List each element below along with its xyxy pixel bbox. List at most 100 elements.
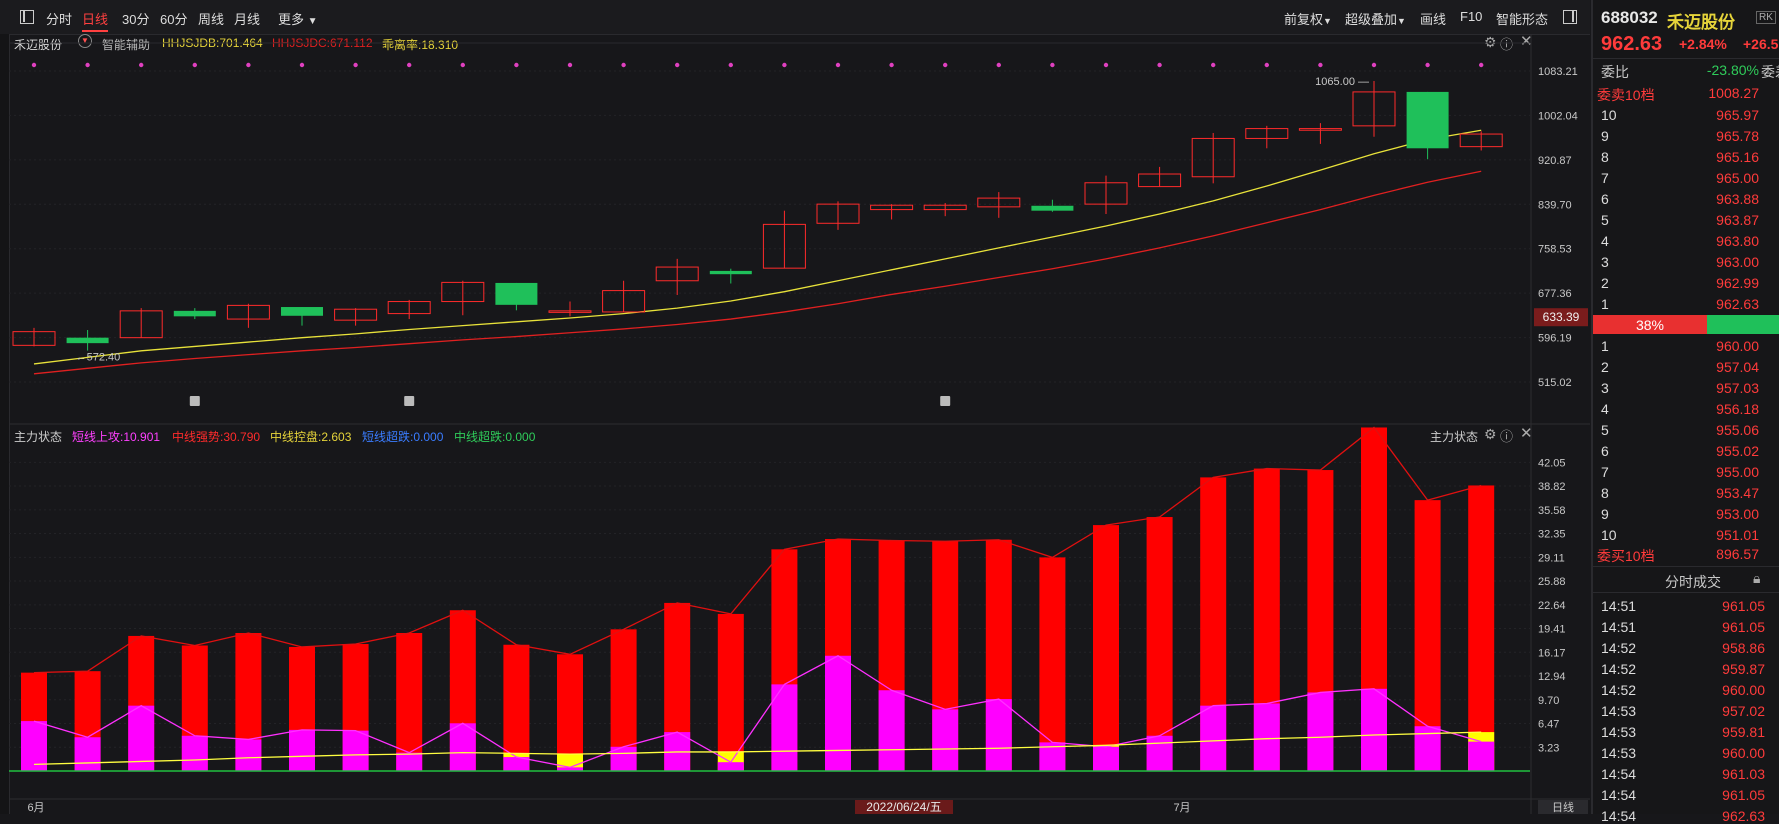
signal-marker bbox=[1211, 62, 1216, 68]
sell-order-price[interactable]: 963.87 bbox=[1679, 212, 1759, 228]
tick-price: 959.81 bbox=[1722, 724, 1765, 740]
signal-marker bbox=[943, 62, 948, 68]
buy-order-level: 10 bbox=[1601, 527, 1617, 543]
sell-order-price[interactable]: 965.00 bbox=[1679, 170, 1759, 186]
tab-monthly[interactable]: 月线 bbox=[234, 9, 260, 28]
sell-order-level: 3 bbox=[1601, 254, 1609, 270]
wei-bi-value: -23.80% bbox=[1706, 62, 1759, 78]
sub-bar-magenta bbox=[878, 690, 905, 771]
signal-marker bbox=[1103, 62, 1109, 68]
tab-intraday[interactable]: 分时 bbox=[46, 9, 72, 28]
adjust-menu-label: 前复权 bbox=[1284, 12, 1324, 27]
buy-order-price[interactable]: 953.47 bbox=[1679, 485, 1759, 501]
sub-y-tick-label: 29.11 bbox=[1538, 552, 1565, 564]
buy-order-price[interactable]: 955.06 bbox=[1679, 422, 1759, 438]
signal-marker bbox=[782, 62, 787, 68]
signal-marker bbox=[728, 62, 733, 68]
tick-time: 14:51 bbox=[1601, 619, 1637, 635]
kline-chart[interactable]: 1083.21 1002.04 920.87 839.70 758.53 677.36 59… bbox=[0, 34, 1590, 814]
layout-icon[interactable] bbox=[20, 10, 34, 24]
divider bbox=[1593, 566, 1779, 567]
main-y-tick-label: 839.70 bbox=[1538, 199, 1572, 211]
sub-bar-magenta bbox=[1200, 705, 1227, 771]
tick-price: 961.05 bbox=[1722, 598, 1765, 614]
tick-price: 961.05 bbox=[1722, 619, 1765, 635]
buy-order-level: 8 bbox=[1601, 485, 1609, 501]
smart-pattern-button[interactable]: 智能形态 bbox=[1496, 9, 1548, 28]
buy-order-price[interactable]: 955.00 bbox=[1679, 464, 1759, 480]
sub-bar-magenta bbox=[74, 737, 101, 771]
tab-30min[interactable]: 30分 bbox=[122, 9, 149, 28]
sell-order-price[interactable]: 965.97 bbox=[1679, 107, 1759, 123]
buy-order-price[interactable]: 953.00 bbox=[1679, 506, 1759, 522]
sell-order-price[interactable]: 965.16 bbox=[1679, 149, 1759, 165]
divider bbox=[1593, 592, 1779, 593]
signal-marker bbox=[407, 62, 412, 68]
high-price-label: 1065.00 — bbox=[1315, 76, 1369, 88]
sub-y-tick-label: 16.17 bbox=[1538, 647, 1566, 659]
buy-order-level: 5 bbox=[1601, 422, 1609, 438]
divider bbox=[1593, 58, 1779, 59]
tick-price: 961.03 bbox=[1722, 766, 1765, 782]
change-abs: +26.5 bbox=[1743, 36, 1779, 52]
tick-time: 14:53 bbox=[1601, 745, 1637, 761]
sub-y-tick-label: 19.41 bbox=[1538, 624, 1566, 636]
signal-marker bbox=[1318, 62, 1323, 68]
lock-icon[interactable]: 🔒︎ bbox=[1753, 570, 1760, 587]
sub-y-tick-label: 12.94 bbox=[1538, 671, 1566, 683]
f10-button[interactable]: F10 bbox=[1460, 9, 1482, 24]
sell-order-price[interactable]: 963.00 bbox=[1679, 254, 1759, 270]
sub-bar-magenta bbox=[1146, 735, 1173, 771]
main-y-tick-label: 515.02 bbox=[1538, 377, 1572, 389]
candle-down bbox=[1031, 205, 1074, 211]
main-y-tick-label: 1002.04 bbox=[1538, 110, 1578, 122]
signal-marker bbox=[1425, 62, 1430, 68]
sub-bar-magenta bbox=[396, 752, 423, 771]
sub-bar-magenta bbox=[985, 699, 1012, 771]
buy-order-price[interactable]: 957.03 bbox=[1679, 380, 1759, 396]
signal-marker bbox=[192, 62, 197, 68]
sell-order-price[interactable]: 965.78 bbox=[1679, 128, 1759, 144]
sub-y-tick-label: 22.64 bbox=[1538, 600, 1566, 612]
sub-y-tick-label: 25.88 bbox=[1538, 576, 1566, 588]
tab-daily[interactable]: 日线 bbox=[82, 9, 109, 32]
tick-time: 14:52 bbox=[1601, 682, 1637, 698]
tick-price: 961.05 bbox=[1722, 787, 1765, 803]
tick-price: 957.02 bbox=[1722, 703, 1765, 719]
overlay-menu[interactable]: 超级叠加▼ bbox=[1345, 9, 1406, 28]
sell-order-price[interactable]: 962.99 bbox=[1679, 275, 1759, 291]
sell-order-price[interactable]: 963.88 bbox=[1679, 191, 1759, 207]
stock-code: 688032 bbox=[1601, 8, 1658, 27]
sell-order-price[interactable]: 962.63 bbox=[1679, 296, 1759, 312]
tab-weekly[interactable]: 周线 bbox=[198, 9, 224, 28]
buy-order-price[interactable]: 951.01 bbox=[1679, 527, 1759, 543]
chevron-down-icon: ▼ bbox=[1323, 16, 1332, 26]
draw-line-button[interactable]: 画线 bbox=[1420, 9, 1446, 28]
signal-marker bbox=[460, 62, 465, 68]
buy-order-price[interactable]: 960.00 bbox=[1679, 338, 1759, 354]
sell-order-price[interactable]: 963.80 bbox=[1679, 233, 1759, 249]
candle-down bbox=[495, 282, 538, 305]
tab-more[interactable]: 更多 ▼ bbox=[278, 9, 318, 28]
tab-60min[interactable]: 60分 bbox=[160, 9, 187, 28]
sub-bar-magenta bbox=[1253, 703, 1280, 771]
sidebar-toggle-icon[interactable] bbox=[1563, 10, 1577, 24]
buy-order-price[interactable]: 956.18 bbox=[1679, 401, 1759, 417]
buy-order-level: 7 bbox=[1601, 464, 1609, 480]
buy-order-price[interactable]: 957.04 bbox=[1679, 359, 1759, 375]
tick-price: 959.87 bbox=[1722, 661, 1765, 677]
sub-bar-red bbox=[1146, 517, 1173, 771]
main-y-tick-label: 596.19 bbox=[1538, 333, 1572, 345]
stock-name: 禾迈股份 bbox=[1667, 13, 1735, 32]
adjust-menu[interactable]: 前复权▼ bbox=[1284, 9, 1332, 28]
tick-price: 960.00 bbox=[1722, 682, 1765, 698]
buy-order-price[interactable]: 955.02 bbox=[1679, 443, 1759, 459]
sub-y-tick-label: 9.70 bbox=[1538, 695, 1559, 707]
signal-marker bbox=[299, 62, 305, 68]
sell-header: 委卖10档 bbox=[1597, 87, 1655, 103]
sub-bar-magenta bbox=[717, 762, 744, 771]
sell-order-level: 6 bbox=[1601, 191, 1609, 207]
sub-bar-magenta bbox=[342, 730, 369, 771]
candle-down bbox=[281, 307, 323, 316]
rk-badge[interactable]: RK bbox=[1756, 11, 1776, 24]
